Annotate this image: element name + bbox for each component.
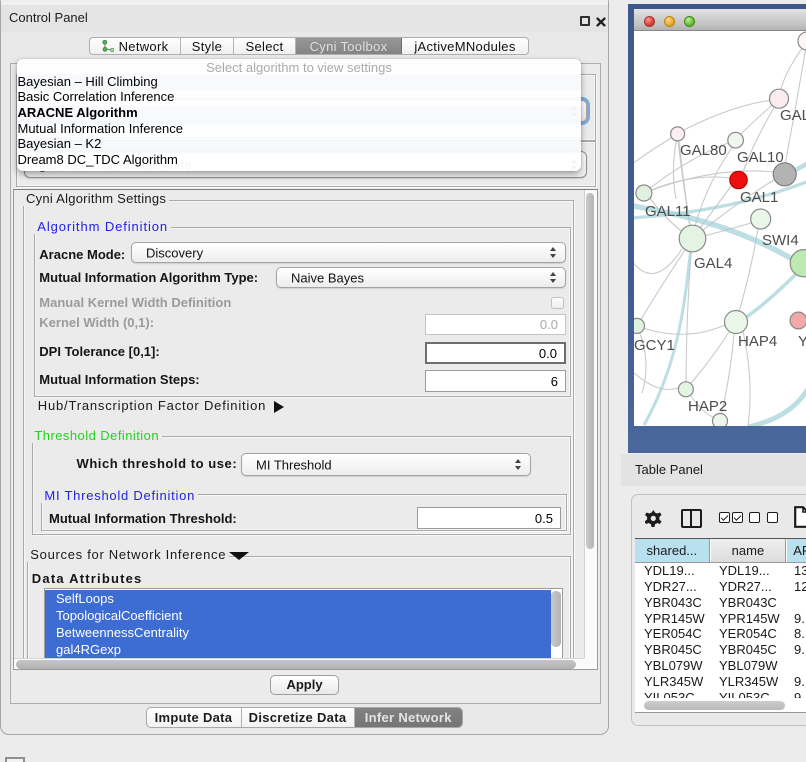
svg-text:GAL11: GAL11 [645,203,691,220]
svg-text:HAP4: HAP4 [738,333,777,350]
svg-text:GAL7: GAL7 [780,107,806,124]
svg-text:GAL4: GAL4 [694,255,732,272]
svg-text:HAP2: HAP2 [688,398,727,415]
svg-text:SWI4: SWI4 [762,232,799,249]
svg-text:GCY1: GCY1 [634,337,675,354]
svg-text:GAL80: GAL80 [680,142,727,159]
svg-text:GAL1: GAL1 [740,189,778,206]
svg-text:YB: YB [798,333,806,350]
svg-text:GAL10: GAL10 [737,149,784,166]
